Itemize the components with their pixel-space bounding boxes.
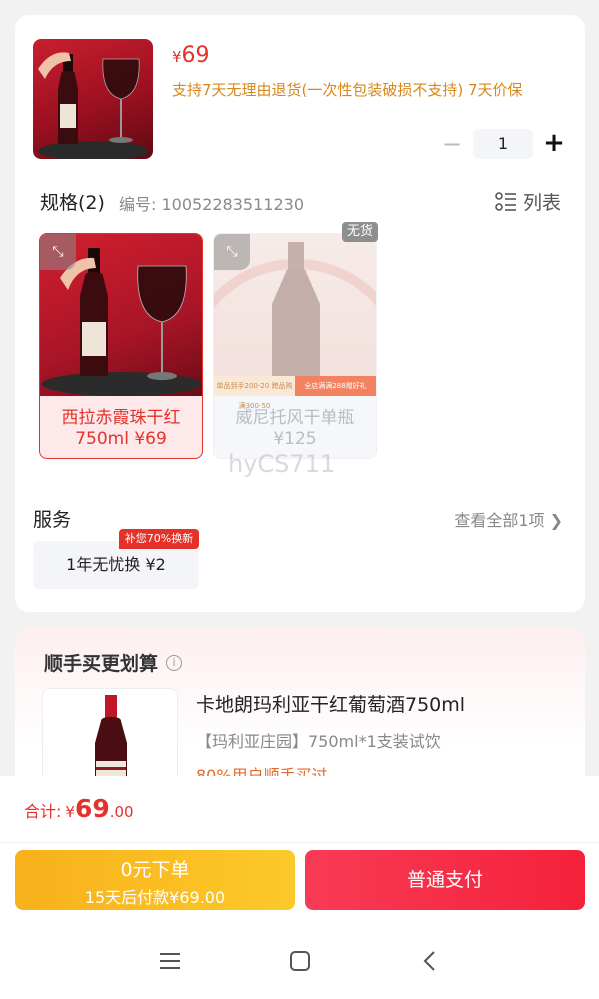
total-currency: ¥ bbox=[65, 803, 75, 821]
list-view-toggle[interactable]: 列表 bbox=[495, 188, 561, 215]
quantity-stepper: − 1 + bbox=[439, 129, 567, 159]
back-button[interactable] bbox=[410, 946, 450, 976]
service-view-all-link[interactable]: 查看全部1项 ❯ bbox=[454, 507, 563, 531]
menu-icon bbox=[160, 953, 180, 969]
bundle-title: 顺手买更划算 i bbox=[44, 649, 183, 676]
product-price: ¥69 bbox=[172, 43, 210, 68]
out-of-stock-badge: 无货 bbox=[342, 222, 378, 242]
home-button[interactable] bbox=[280, 946, 320, 976]
list-view-icon bbox=[495, 191, 516, 211]
spec-option-price: 750ml ¥69 bbox=[75, 429, 167, 449]
spec-option-price: ¥125 bbox=[273, 429, 317, 449]
price-value: 69 bbox=[181, 43, 210, 68]
spec-option-name: 威尼托风干单瓶 bbox=[235, 408, 355, 428]
price-currency: ¥ bbox=[172, 48, 182, 66]
spec-option-name: 西拉赤霞珠干红 bbox=[61, 408, 181, 428]
promo-banner-left: 单品到手200-20 跨品购满300-50 bbox=[214, 376, 295, 410]
decrease-quantity-button[interactable]: − bbox=[439, 129, 465, 159]
system-nav-bar bbox=[0, 932, 599, 999]
square-home-icon bbox=[290, 951, 310, 971]
expand-image-icon[interactable]: ⤡ bbox=[40, 234, 76, 270]
spec-option-1[interactable]: ⤡ 西拉赤霞珠干红 750ml ¥69 bbox=[39, 233, 203, 459]
promo-banner-right: 全店满满288赠好礼 bbox=[295, 376, 376, 396]
total-decimal: .00 bbox=[109, 803, 134, 821]
wine-bottle-glass-image bbox=[38, 52, 148, 159]
recents-button[interactable] bbox=[150, 946, 190, 976]
bundle-title-text: 顺手买更划算 bbox=[44, 653, 159, 675]
info-icon[interactable]: i bbox=[166, 654, 183, 671]
service-badge: 补您70%换新 bbox=[119, 529, 199, 549]
service-title: 服务 bbox=[33, 509, 72, 531]
normal-pay-button[interactable]: 普通支付 bbox=[305, 850, 585, 910]
product-thumbnail[interactable] bbox=[33, 39, 153, 159]
quantity-input[interactable]: 1 bbox=[473, 129, 533, 159]
promo-banner: 单品到手200-20 跨品购满300-50 全店满满288赠好礼 bbox=[214, 376, 376, 410]
spec-title: 规格(2) bbox=[40, 192, 105, 214]
product-card: ¥69 支持7天无理由退货(一次性包装破损不支持) 7天价保 − 1 + 规格(… bbox=[15, 15, 585, 612]
total-label: 合计: bbox=[24, 802, 62, 821]
order-total: 合计: ¥ 69 .00 bbox=[24, 794, 134, 823]
total-integer: 69 bbox=[74, 794, 110, 823]
watermark: hyCS711 bbox=[228, 450, 336, 478]
zero-down-order-subtitle: 15天后付款¥69.00 bbox=[84, 888, 226, 907]
list-view-label: 列表 bbox=[522, 192, 561, 214]
bundle-product-spec: 【玛利亚庄园】750ml*1支装试饮 bbox=[196, 732, 441, 751]
increase-quantity-button[interactable]: + bbox=[541, 129, 567, 159]
zero-down-order-title: 0元下单 bbox=[120, 859, 190, 881]
zero-down-order-button[interactable]: 0元下单 15天后付款¥69.00 bbox=[15, 850, 295, 910]
back-chevron-icon bbox=[423, 951, 435, 971]
spec-option-2[interactable]: 单品到手200-20 跨品购满300-50 全店满满288赠好礼 ⤡ 威尼托风干… bbox=[213, 233, 377, 459]
expand-image-icon[interactable]: ⤡ bbox=[214, 234, 250, 270]
bundle-product-name[interactable]: 卡地朗玛利亚干红葡萄酒750ml bbox=[196, 690, 465, 717]
divider bbox=[0, 842, 599, 843]
return-policy-text: 支持7天无理由退货(一次性包装破损不支持) 7天价保 bbox=[172, 81, 523, 99]
spec-code: 编号: 10052283511230 bbox=[119, 195, 304, 214]
